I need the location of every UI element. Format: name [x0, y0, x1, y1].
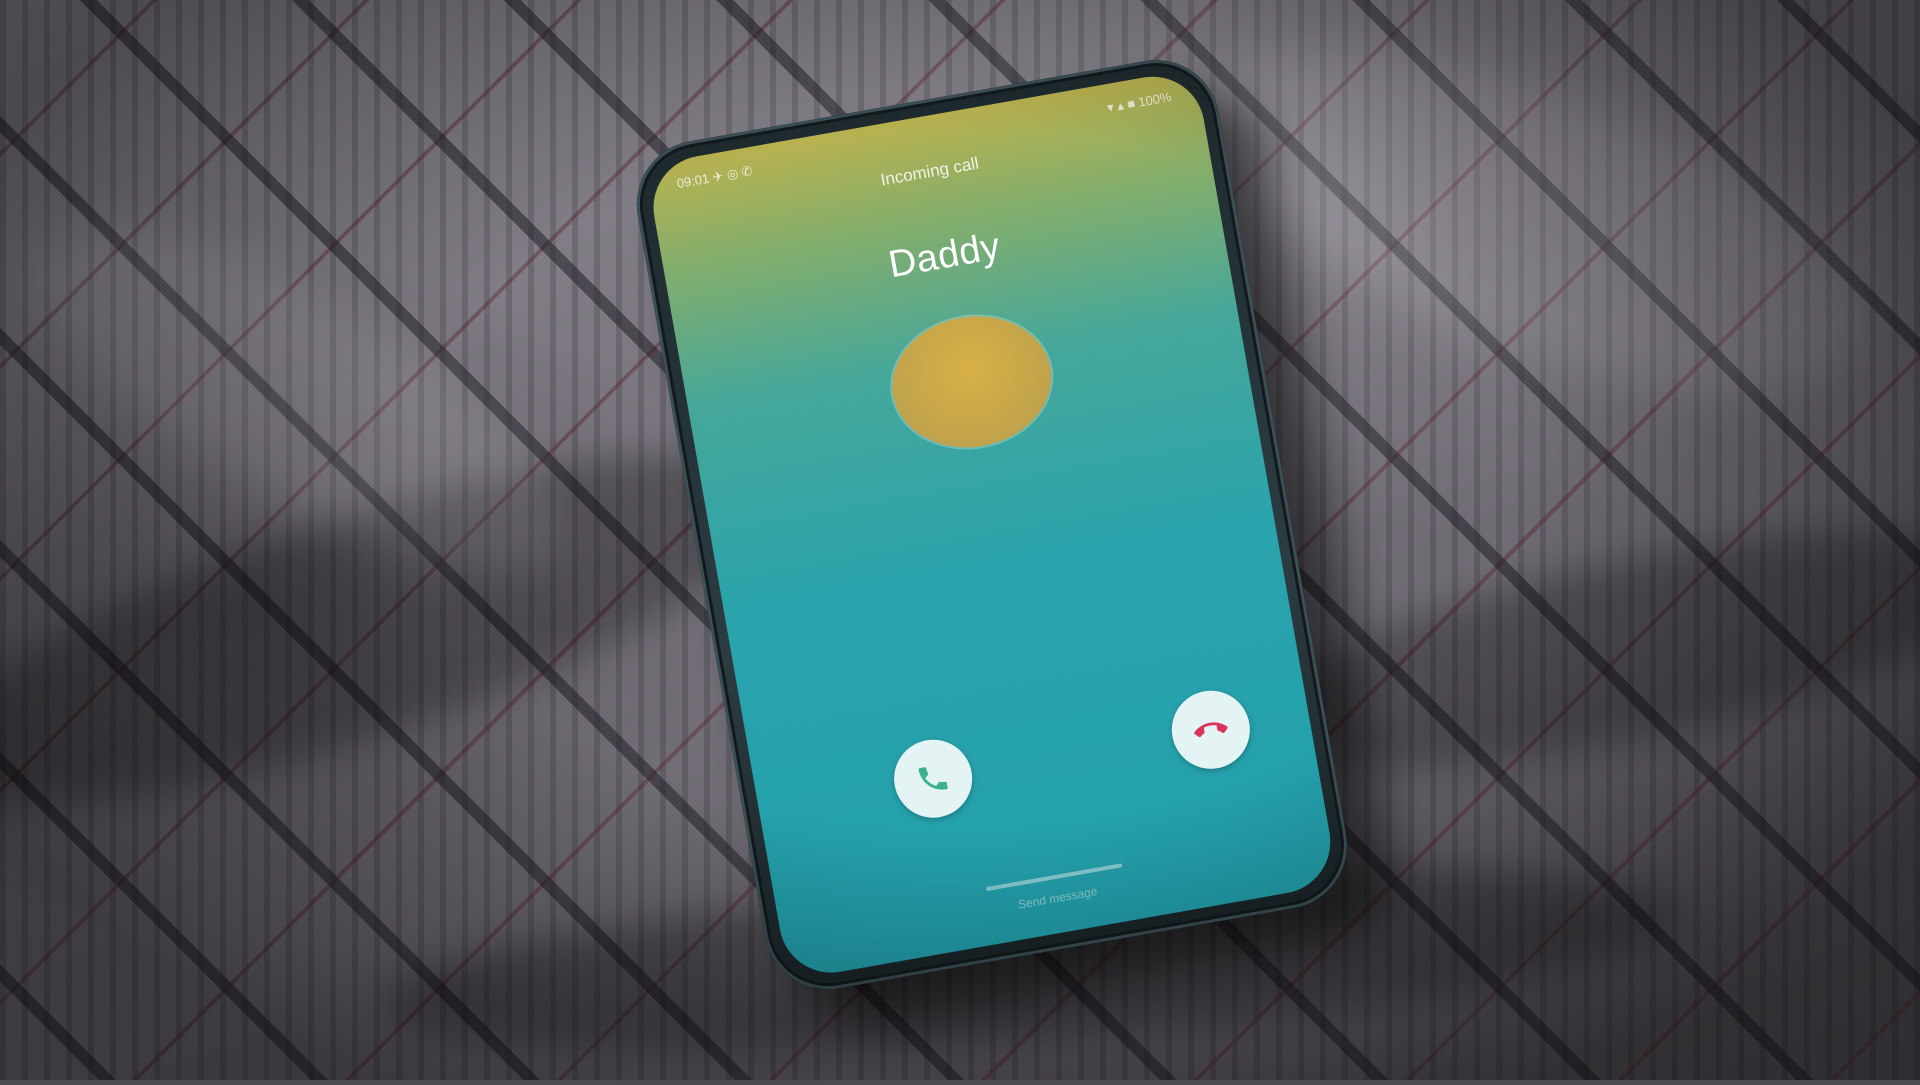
caller-avatar	[881, 304, 1062, 460]
phone-decline-icon	[1194, 722, 1228, 738]
status-bar-right: ▾ ▴ ■ 100%	[1105, 89, 1173, 116]
phone-screen: 09:01 ✈ ◎ ✆ ▾ ▴ ■ 100% Incoming call Dad…	[645, 68, 1339, 981]
status-bar-left: 09:01 ✈ ◎ ✆	[675, 162, 754, 192]
decline-call-button[interactable]	[1165, 684, 1257, 775]
phone-answer-icon	[918, 767, 948, 790]
answer-call-button[interactable]	[887, 733, 979, 824]
